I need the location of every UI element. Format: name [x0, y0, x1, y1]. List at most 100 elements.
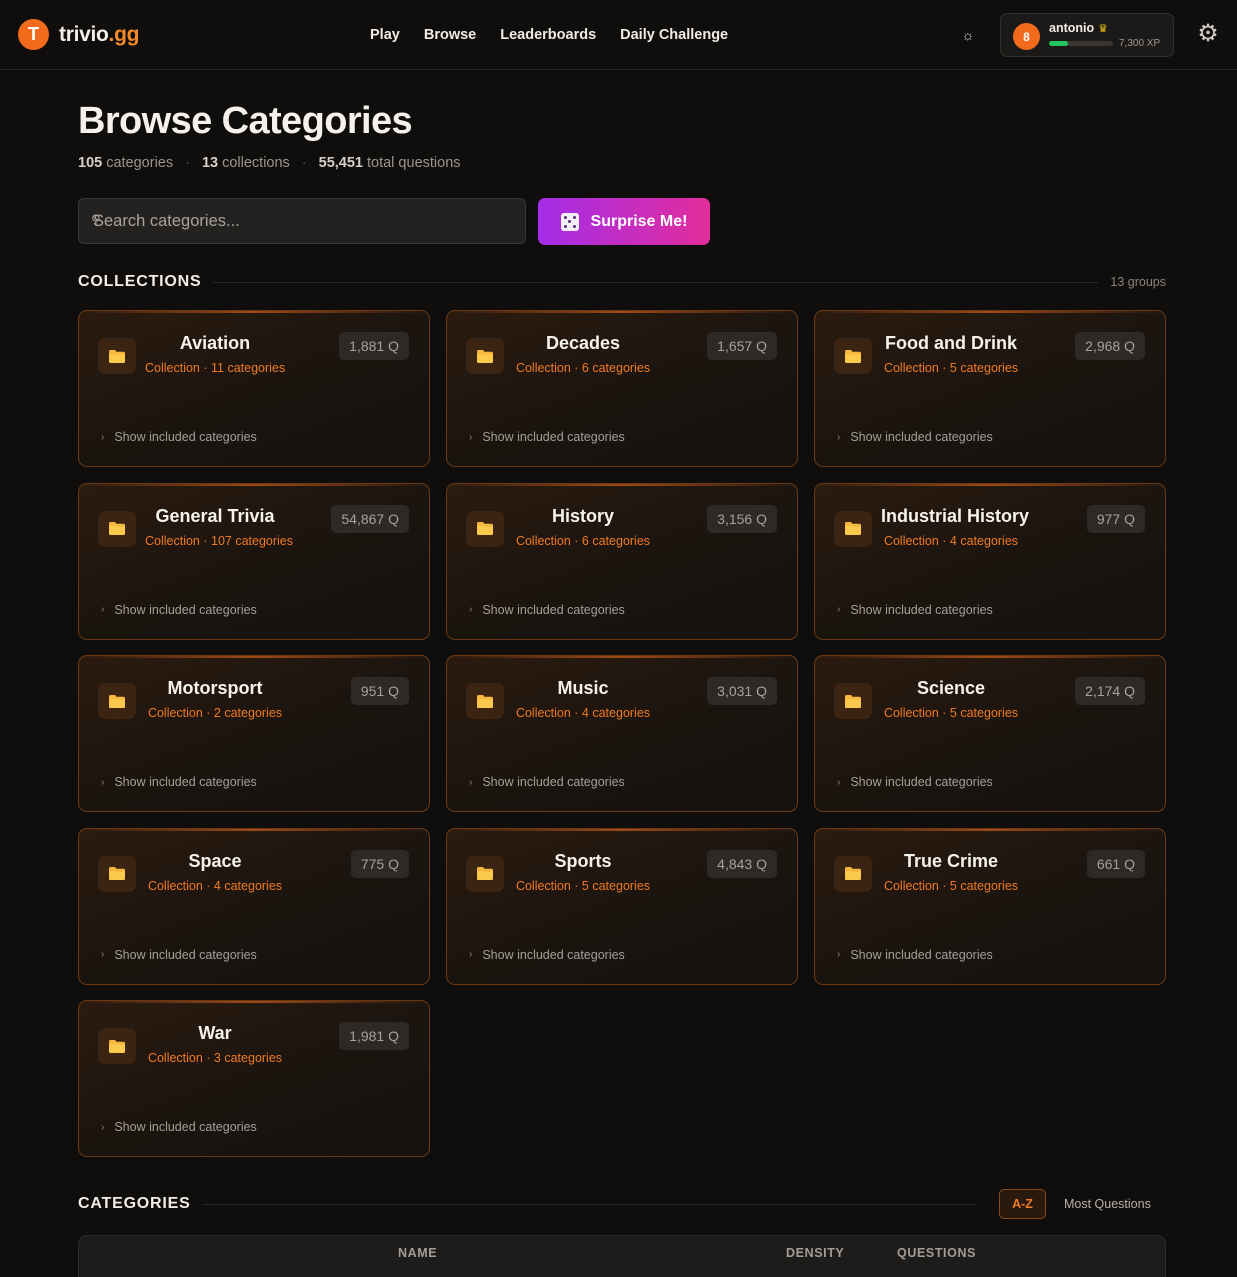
- question-count-badge: 3,031 Q: [707, 677, 777, 705]
- question-count-badge: 977 Q: [1086, 504, 1145, 533]
- collection-card[interactable]: True Crime Collection · 5 categories 661 Q…: [814, 827, 1166, 985]
- question-count-badge: 2,174 Q: [1075, 677, 1145, 705]
- username-text: antonio: [1049, 21, 1095, 35]
- chevron-right-icon: ›: [837, 604, 841, 615]
- chevron-right-icon: ›: [469, 776, 473, 788]
- chevron-right-icon: ›: [469, 604, 473, 615]
- settings-gear-icon[interactable]: ⚙: [1196, 22, 1220, 46]
- theme-toggle-sun-icon[interactable]: ☼: [960, 27, 976, 43]
- folder-icon: [98, 338, 136, 374]
- question-count-badge: 1,657 Q: [707, 332, 777, 360]
- sort-most-questions-button[interactable]: Most Questions: [1056, 1189, 1159, 1219]
- collection-name: Decades: [545, 333, 621, 353]
- logo[interactable]: T trivio.gg: [18, 19, 139, 50]
- stat-questions-value: 55,451: [318, 155, 363, 171]
- logo-mark: T: [18, 19, 49, 50]
- folder-icon: [98, 1028, 136, 1064]
- folder-icon: [466, 510, 504, 547]
- folder-icon: [466, 855, 504, 892]
- show-included-label: Show included categories: [850, 602, 993, 617]
- nav-leaderboards[interactable]: Leaderboards: [500, 27, 596, 43]
- main-nav: Play Browse Leaderboards Daily Challenge: [370, 27, 752, 43]
- question-count-badge: 3,156 Q: [707, 504, 777, 533]
- folder-icon: [466, 338, 504, 374]
- collection-subtitle: Collection · 5 categories: [515, 878, 651, 893]
- collection-card[interactable]: Music Collection · 4 categories 3,031 Q › Sh…: [446, 655, 798, 812]
- collection-subtitle: Collection · 4 categories: [515, 706, 651, 720]
- chevron-right-icon: ›: [101, 431, 105, 443]
- stat-separator: ·: [185, 155, 190, 171]
- nav-daily-challenge[interactable]: Daily Challenge: [620, 27, 728, 43]
- show-included-categories-toggle[interactable]: › Show included categories: [101, 948, 257, 962]
- collection-card[interactable]: Decades Collection · 6 categories 1,657 Q ›…: [446, 310, 798, 467]
- divider: [202, 1203, 976, 1205]
- collection-name: Science: [916, 678, 986, 698]
- show-included-categories-toggle[interactable]: › Show included categories: [101, 1120, 257, 1134]
- search-box: ⚲: [78, 198, 526, 244]
- collection-subtitle: Collection · 3 categories: [147, 1051, 283, 1065]
- show-included-categories-toggle[interactable]: › Show included categories: [837, 775, 993, 789]
- collection-card[interactable]: Industrial History Collection · 4 categor…: [814, 482, 1166, 640]
- search-input[interactable]: [79, 199, 525, 243]
- collection-name: True Crime: [903, 850, 999, 871]
- search-icon: ⚲: [91, 212, 101, 227]
- collection-name: General Trivia: [155, 505, 275, 526]
- stat-categories-label: categories: [106, 155, 174, 171]
- logo-name: trivio: [59, 22, 109, 46]
- show-included-label: Show included categories: [114, 602, 257, 617]
- folder-icon: [98, 855, 136, 892]
- collection-card[interactable]: General Trivia Collection · 107 categorie…: [78, 482, 430, 640]
- show-included-categories-toggle[interactable]: › Show included categories: [469, 430, 625, 444]
- surprise-me-button[interactable]: Surprise Me!: [538, 198, 710, 245]
- show-included-categories-toggle[interactable]: › Show included categories: [837, 948, 993, 962]
- sort-a-z-button[interactable]: A-Z: [999, 1189, 1046, 1219]
- question-count-badge: 54,867 Q: [331, 504, 409, 533]
- show-included-categories-toggle[interactable]: › Show included categories: [101, 775, 257, 789]
- chevron-right-icon: ›: [469, 431, 473, 443]
- collection-name: Space: [188, 850, 242, 871]
- show-included-label: Show included categories: [482, 947, 625, 962]
- collection-card[interactable]: Food and Drink Collection · 5 categories 2…: [814, 310, 1166, 467]
- collection-card[interactable]: Space Collection · 4 categories 775 Q › Show…: [78, 827, 430, 985]
- show-included-categories-toggle[interactable]: › Show included categories: [469, 775, 625, 789]
- xp-progress-fill: [1049, 41, 1069, 46]
- collection-card[interactable]: Motorsport Collection · 2 categories 951 Q…: [78, 655, 430, 812]
- question-count-badge: 1,981 Q: [339, 1022, 409, 1050]
- collection-subtitle: Collection · 5 categories: [883, 706, 1019, 720]
- stat-separator: ·: [301, 155, 307, 171]
- nav-play[interactable]: Play: [370, 27, 400, 43]
- collection-card[interactable]: War Collection · 3 categories 1,981 Q › Show…: [78, 1000, 430, 1157]
- show-included-categories-toggle[interactable]: › Show included categories: [837, 603, 993, 617]
- folder-icon: [834, 683, 872, 719]
- folder-icon: [466, 683, 504, 719]
- collection-card[interactable]: History Collection · 6 categories 3,156 Q ›…: [446, 482, 798, 640]
- surprise-me-label: Surprise Me!: [590, 212, 688, 230]
- xp-progress-bar: [1049, 41, 1113, 46]
- divider: [213, 281, 1099, 283]
- column-header-name[interactable]: NAME: [398, 1246, 437, 1260]
- show-included-categories-toggle[interactable]: › Show included categories: [101, 603, 257, 617]
- collection-name: War: [198, 1023, 232, 1043]
- collection-card[interactable]: Science Collection · 5 categories 2,174 Q ›…: [814, 655, 1166, 812]
- show-included-categories-toggle[interactable]: › Show included categories: [837, 430, 993, 444]
- show-included-categories-toggle[interactable]: › Show included categories: [469, 948, 625, 962]
- folder-icon: [98, 510, 136, 547]
- collection-subtitle: Collection · 6 categories: [515, 533, 651, 548]
- show-included-label: Show included categories: [482, 775, 625, 789]
- chevron-right-icon: ›: [469, 949, 473, 960]
- folder-icon: [834, 338, 872, 374]
- column-header-questions[interactable]: QUESTIONS: [897, 1246, 976, 1260]
- user-profile-card[interactable]: 8 antonio ♛ 7,300 XP: [1000, 13, 1174, 57]
- question-count-badge: 2,968 Q: [1075, 332, 1145, 360]
- collection-card[interactable]: Sports Collection · 5 categories 4,843 Q › S…: [446, 827, 798, 985]
- collection-card[interactable]: Aviation Collection · 11 categories 1,881 …: [78, 310, 430, 467]
- chevron-right-icon: ›: [101, 776, 105, 788]
- show-included-categories-toggle[interactable]: › Show included categories: [469, 603, 625, 617]
- nav-browse[interactable]: Browse: [424, 27, 476, 43]
- column-header-density[interactable]: DENSITY: [786, 1246, 844, 1260]
- question-count-badge: 661 Q: [1086, 849, 1145, 878]
- collection-subtitle: Collection · 2 categories: [147, 706, 283, 720]
- stat-collections-value: 13: [201, 155, 219, 171]
- show-included-categories-toggle[interactable]: › Show included categories: [101, 430, 257, 444]
- level-badge: 8: [1013, 23, 1040, 50]
